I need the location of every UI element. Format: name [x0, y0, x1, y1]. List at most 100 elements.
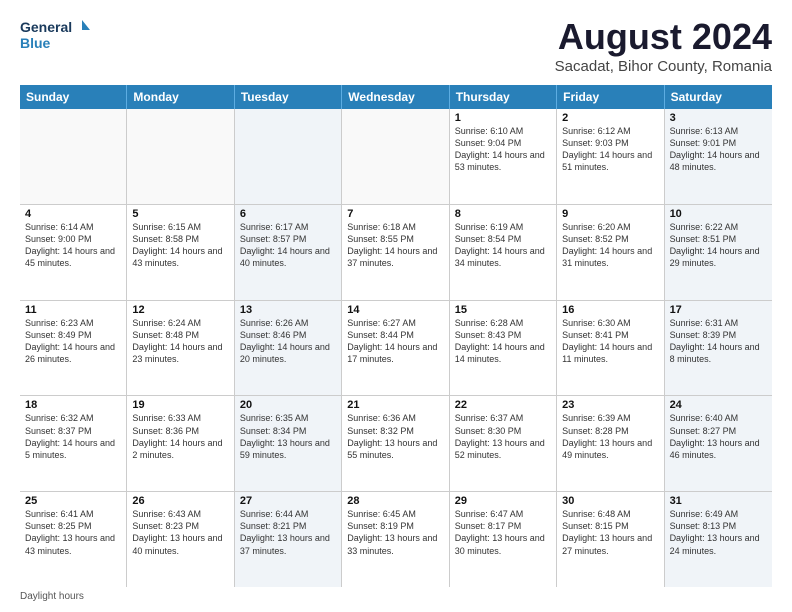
header: General Blue August 2024 Sacadat, Bihor …	[20, 16, 772, 75]
calendar-cell-15: 15Sunrise: 6:28 AM Sunset: 8:43 PM Dayli…	[450, 301, 557, 396]
calendar: SundayMondayTuesdayWednesdayThursdayFrid…	[20, 85, 772, 587]
day-number: 5	[132, 208, 228, 220]
day-number: 14	[347, 304, 443, 316]
day-info: Sunrise: 6:41 AM Sunset: 8:25 PM Dayligh…	[25, 508, 121, 557]
day-number: 13	[240, 304, 336, 316]
calendar-cell-21: 21Sunrise: 6:36 AM Sunset: 8:32 PM Dayli…	[342, 396, 449, 491]
calendar-cell-9: 9Sunrise: 6:20 AM Sunset: 8:52 PM Daylig…	[557, 205, 664, 300]
calendar-cell-25: 25Sunrise: 6:41 AM Sunset: 8:25 PM Dayli…	[20, 492, 127, 587]
day-number: 18	[25, 399, 121, 411]
calendar-row-4: 25Sunrise: 6:41 AM Sunset: 8:25 PM Dayli…	[20, 492, 772, 587]
day-number: 2	[562, 112, 658, 124]
day-number: 7	[347, 208, 443, 220]
day-number: 26	[132, 495, 228, 507]
calendar-cell-12: 12Sunrise: 6:24 AM Sunset: 8:48 PM Dayli…	[127, 301, 234, 396]
day-info: Sunrise: 6:15 AM Sunset: 8:58 PM Dayligh…	[132, 221, 228, 270]
svg-text:Blue: Blue	[20, 35, 51, 51]
calendar-cell-17: 17Sunrise: 6:31 AM Sunset: 8:39 PM Dayli…	[665, 301, 772, 396]
calendar-cell-19: 19Sunrise: 6:33 AM Sunset: 8:36 PM Dayli…	[127, 396, 234, 491]
day-number: 20	[240, 399, 336, 411]
day-info: Sunrise: 6:13 AM Sunset: 9:01 PM Dayligh…	[670, 125, 767, 174]
day-number: 6	[240, 208, 336, 220]
calendar-cell-27: 27Sunrise: 6:44 AM Sunset: 8:21 PM Dayli…	[235, 492, 342, 587]
day-number: 17	[670, 304, 767, 316]
weekday-header-friday: Friday	[557, 85, 664, 109]
calendar-cell-13: 13Sunrise: 6:26 AM Sunset: 8:46 PM Dayli…	[235, 301, 342, 396]
month-year: August 2024	[555, 16, 772, 58]
calendar-row-1: 4Sunrise: 6:14 AM Sunset: 9:00 PM Daylig…	[20, 205, 772, 301]
day-info: Sunrise: 6:48 AM Sunset: 8:15 PM Dayligh…	[562, 508, 658, 557]
day-info: Sunrise: 6:27 AM Sunset: 8:44 PM Dayligh…	[347, 317, 443, 366]
day-info: Sunrise: 6:40 AM Sunset: 8:27 PM Dayligh…	[670, 412, 767, 461]
day-number: 30	[562, 495, 658, 507]
calendar-cell-2: 2Sunrise: 6:12 AM Sunset: 9:03 PM Daylig…	[557, 109, 664, 204]
day-info: Sunrise: 6:43 AM Sunset: 8:23 PM Dayligh…	[132, 508, 228, 557]
day-number: 19	[132, 399, 228, 411]
day-info: Sunrise: 6:10 AM Sunset: 9:04 PM Dayligh…	[455, 125, 551, 174]
calendar-cell-28: 28Sunrise: 6:45 AM Sunset: 8:19 PM Dayli…	[342, 492, 449, 587]
day-number: 10	[670, 208, 767, 220]
calendar-row-3: 18Sunrise: 6:32 AM Sunset: 8:37 PM Dayli…	[20, 396, 772, 492]
title-block: August 2024 Sacadat, Bihor County, Roman…	[555, 16, 772, 75]
calendar-cell-3: 3Sunrise: 6:13 AM Sunset: 9:01 PM Daylig…	[665, 109, 772, 204]
day-info: Sunrise: 6:31 AM Sunset: 8:39 PM Dayligh…	[670, 317, 767, 366]
day-number: 11	[25, 304, 121, 316]
day-number: 27	[240, 495, 336, 507]
day-info: Sunrise: 6:33 AM Sunset: 8:36 PM Dayligh…	[132, 412, 228, 461]
day-number: 24	[670, 399, 767, 411]
calendar-cell-20: 20Sunrise: 6:35 AM Sunset: 8:34 PM Dayli…	[235, 396, 342, 491]
day-number: 12	[132, 304, 228, 316]
weekday-header-wednesday: Wednesday	[342, 85, 449, 109]
calendar-cell-24: 24Sunrise: 6:40 AM Sunset: 8:27 PM Dayli…	[665, 396, 772, 491]
calendar-cell-29: 29Sunrise: 6:47 AM Sunset: 8:17 PM Dayli…	[450, 492, 557, 587]
logo: General Blue	[20, 16, 90, 56]
day-number: 21	[347, 399, 443, 411]
weekday-header-saturday: Saturday	[665, 85, 772, 109]
calendar-header: SundayMondayTuesdayWednesdayThursdayFrid…	[20, 85, 772, 109]
day-info: Sunrise: 6:26 AM Sunset: 8:46 PM Dayligh…	[240, 317, 336, 366]
day-info: Sunrise: 6:17 AM Sunset: 8:57 PM Dayligh…	[240, 221, 336, 270]
day-number: 15	[455, 304, 551, 316]
day-number: 28	[347, 495, 443, 507]
calendar-cell-14: 14Sunrise: 6:27 AM Sunset: 8:44 PM Dayli…	[342, 301, 449, 396]
day-info: Sunrise: 6:35 AM Sunset: 8:34 PM Dayligh…	[240, 412, 336, 461]
day-info: Sunrise: 6:44 AM Sunset: 8:21 PM Dayligh…	[240, 508, 336, 557]
weekday-header-monday: Monday	[127, 85, 234, 109]
logo-svg: General Blue	[20, 16, 90, 56]
calendar-cell-26: 26Sunrise: 6:43 AM Sunset: 8:23 PM Dayli…	[127, 492, 234, 587]
weekday-header-tuesday: Tuesday	[235, 85, 342, 109]
day-number: 25	[25, 495, 121, 507]
day-number: 8	[455, 208, 551, 220]
calendar-cell-1: 1Sunrise: 6:10 AM Sunset: 9:04 PM Daylig…	[450, 109, 557, 204]
calendar-cell-23: 23Sunrise: 6:39 AM Sunset: 8:28 PM Dayli…	[557, 396, 664, 491]
calendar-cell-5: 5Sunrise: 6:15 AM Sunset: 8:58 PM Daylig…	[127, 205, 234, 300]
day-number: 22	[455, 399, 551, 411]
calendar-cell-6: 6Sunrise: 6:17 AM Sunset: 8:57 PM Daylig…	[235, 205, 342, 300]
day-number: 1	[455, 112, 551, 124]
day-info: Sunrise: 6:23 AM Sunset: 8:49 PM Dayligh…	[25, 317, 121, 366]
calendar-cell-30: 30Sunrise: 6:48 AM Sunset: 8:15 PM Dayli…	[557, 492, 664, 587]
day-info: Sunrise: 6:14 AM Sunset: 9:00 PM Dayligh…	[25, 221, 121, 270]
day-number: 9	[562, 208, 658, 220]
day-info: Sunrise: 6:37 AM Sunset: 8:30 PM Dayligh…	[455, 412, 551, 461]
day-number: 31	[670, 495, 767, 507]
location: Sacadat, Bihor County, Romania	[555, 58, 772, 75]
day-info: Sunrise: 6:45 AM Sunset: 8:19 PM Dayligh…	[347, 508, 443, 557]
calendar-cell-empty-0-2	[235, 109, 342, 204]
day-info: Sunrise: 6:49 AM Sunset: 8:13 PM Dayligh…	[670, 508, 767, 557]
footer-note: Daylight hours	[20, 587, 772, 602]
svg-text:General: General	[20, 19, 72, 35]
calendar-cell-4: 4Sunrise: 6:14 AM Sunset: 9:00 PM Daylig…	[20, 205, 127, 300]
day-info: Sunrise: 6:12 AM Sunset: 9:03 PM Dayligh…	[562, 125, 658, 174]
day-info: Sunrise: 6:24 AM Sunset: 8:48 PM Dayligh…	[132, 317, 228, 366]
calendar-row-0: 1Sunrise: 6:10 AM Sunset: 9:04 PM Daylig…	[20, 109, 772, 205]
day-info: Sunrise: 6:32 AM Sunset: 8:37 PM Dayligh…	[25, 412, 121, 461]
calendar-cell-18: 18Sunrise: 6:32 AM Sunset: 8:37 PM Dayli…	[20, 396, 127, 491]
day-info: Sunrise: 6:47 AM Sunset: 8:17 PM Dayligh…	[455, 508, 551, 557]
calendar-cell-11: 11Sunrise: 6:23 AM Sunset: 8:49 PM Dayli…	[20, 301, 127, 396]
day-number: 3	[670, 112, 767, 124]
calendar-cell-8: 8Sunrise: 6:19 AM Sunset: 8:54 PM Daylig…	[450, 205, 557, 300]
day-info: Sunrise: 6:28 AM Sunset: 8:43 PM Dayligh…	[455, 317, 551, 366]
day-info: Sunrise: 6:18 AM Sunset: 8:55 PM Dayligh…	[347, 221, 443, 270]
calendar-body: 1Sunrise: 6:10 AM Sunset: 9:04 PM Daylig…	[20, 109, 772, 587]
